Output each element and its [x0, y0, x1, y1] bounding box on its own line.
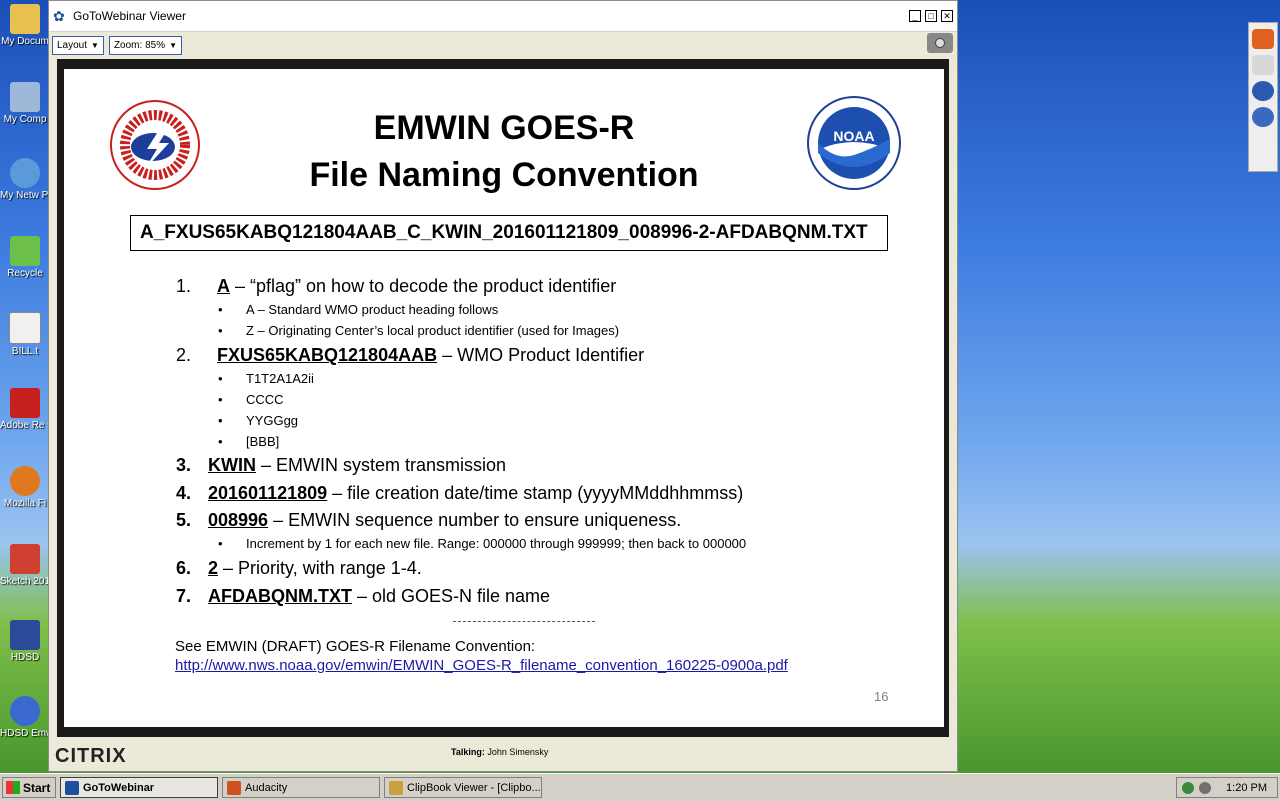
desktop-icon-my-documents[interactable]: My Docum: [0, 4, 50, 47]
taskbar-item-audacity[interactable]: Audacity: [222, 777, 380, 798]
slide-title-line-1: EMWIN GOES-R: [373, 109, 635, 147]
text-file-icon: [9, 312, 41, 344]
example-filename: A_FXUS65KABQ121804AAB_C_KWIN_20160112180…: [130, 215, 888, 251]
network-icon: [10, 158, 40, 188]
viewer-status-bar: CITRIX Talking: John Simensky: [49, 741, 957, 771]
dropdown-arrow-icon: ▼: [91, 40, 99, 50]
desktop-icon-hdsd[interactable]: HDSD: [0, 620, 50, 663]
gotowebinar-icon: [65, 780, 79, 795]
zoom-dropdown[interactable]: Zoom: 85% ▼: [108, 35, 183, 55]
shared-screen: NOAA EMWIN GOES-R File Naming Convention…: [57, 59, 949, 737]
desktop-icon-bill[interactable]: BILL.t: [0, 312, 50, 357]
network-tray-icon[interactable]: [1182, 781, 1194, 794]
clock[interactable]: 1:20 PM: [1226, 782, 1267, 794]
hdsd-icon: [10, 620, 40, 650]
media-player-icon: [10, 696, 40, 726]
recycle-bin-icon: [10, 236, 40, 266]
audacity-icon: [227, 780, 241, 795]
taskbar-item-gotowebinar[interactable]: GoToWebinar: [60, 777, 218, 798]
svg-text:NOAA: NOAA: [833, 128, 874, 144]
folder-icon: [10, 4, 40, 34]
window-title: GoToWebinar Viewer: [73, 9, 186, 23]
desktop-icon-sketchup[interactable]: Sketch 2013: [0, 544, 50, 587]
dropdown-arrow-icon: ▼: [169, 40, 178, 50]
taskbar: Start GoToWebinar Audacity ClipBook View…: [0, 773, 1280, 801]
desktop-icon-adobe-reader[interactable]: Adobe Re 9: [0, 388, 50, 431]
arrow-panel-icon[interactable]: [1252, 29, 1274, 49]
webinar-control-panel: [1248, 22, 1278, 172]
viewer-toolbar: Layout ▼ Zoom: 85% ▼: [49, 32, 957, 58]
filename-convention-link[interactable]: http://www.nws.noaa.gov/emwin/EMWIN_GOES…: [175, 657, 788, 674]
windows-flag-icon: [6, 781, 20, 794]
gotowebinar-icon: ✿: [53, 8, 65, 24]
computer-icon: [10, 82, 40, 112]
close-icon[interactable]: ✕: [941, 10, 953, 22]
citrix-logo: CITRIX: [55, 745, 127, 767]
slide-page-number: 16: [874, 689, 889, 704]
nws-logo: [110, 100, 200, 190]
sketchup-icon: [10, 544, 40, 574]
taskbar-item-clipbook[interactable]: ClipBook Viewer - [Clipbo...: [384, 777, 542, 798]
system-tray: 1:20 PM: [1176, 777, 1278, 798]
microphone-icon[interactable]: [1252, 55, 1274, 75]
talking-indicator: Talking: John Simensky: [451, 747, 549, 757]
see-also-text: See EMWIN (DRAFT) GOES-R Filename Conven…: [175, 638, 536, 655]
clipbook-icon: [389, 780, 403, 795]
layout-dropdown[interactable]: Layout ▼: [52, 35, 104, 55]
desktop-icon-firefox[interactable]: Mozilla Fi: [0, 466, 50, 509]
start-button[interactable]: Start: [2, 777, 56, 798]
desktop-icon-hdsd-emwin[interactable]: HDSD Emwin.w: [0, 696, 50, 739]
adobe-reader-icon: [10, 388, 40, 418]
firefox-icon: [10, 466, 40, 496]
raise-hand-icon[interactable]: [1252, 107, 1274, 127]
desktop-icon-network-places[interactable]: My Netw Place: [0, 158, 50, 201]
slide-title-line-2: File Naming Convention: [309, 156, 699, 194]
camera-icon[interactable]: [927, 33, 953, 53]
minimize-icon[interactable]: _: [909, 10, 921, 22]
desktop-icon-recycle-bin[interactable]: Recycle: [0, 236, 50, 279]
separator: [453, 621, 595, 622]
screen-icon[interactable]: [1252, 81, 1274, 101]
gotowebinar-viewer-window: ✿ GoToWebinar Viewer _ □ ✕ Layout ▼ Zoom:…: [48, 0, 958, 772]
title-bar: ✿ GoToWebinar Viewer _ □ ✕: [49, 1, 957, 32]
desktop-icon-my-computer[interactable]: My Comp: [0, 82, 50, 125]
maximize-icon[interactable]: □: [925, 10, 937, 22]
noaa-logo: NOAA: [807, 96, 901, 190]
presentation-slide: NOAA EMWIN GOES-R File Naming Convention…: [64, 69, 944, 727]
volume-tray-icon[interactable]: [1199, 781, 1211, 794]
